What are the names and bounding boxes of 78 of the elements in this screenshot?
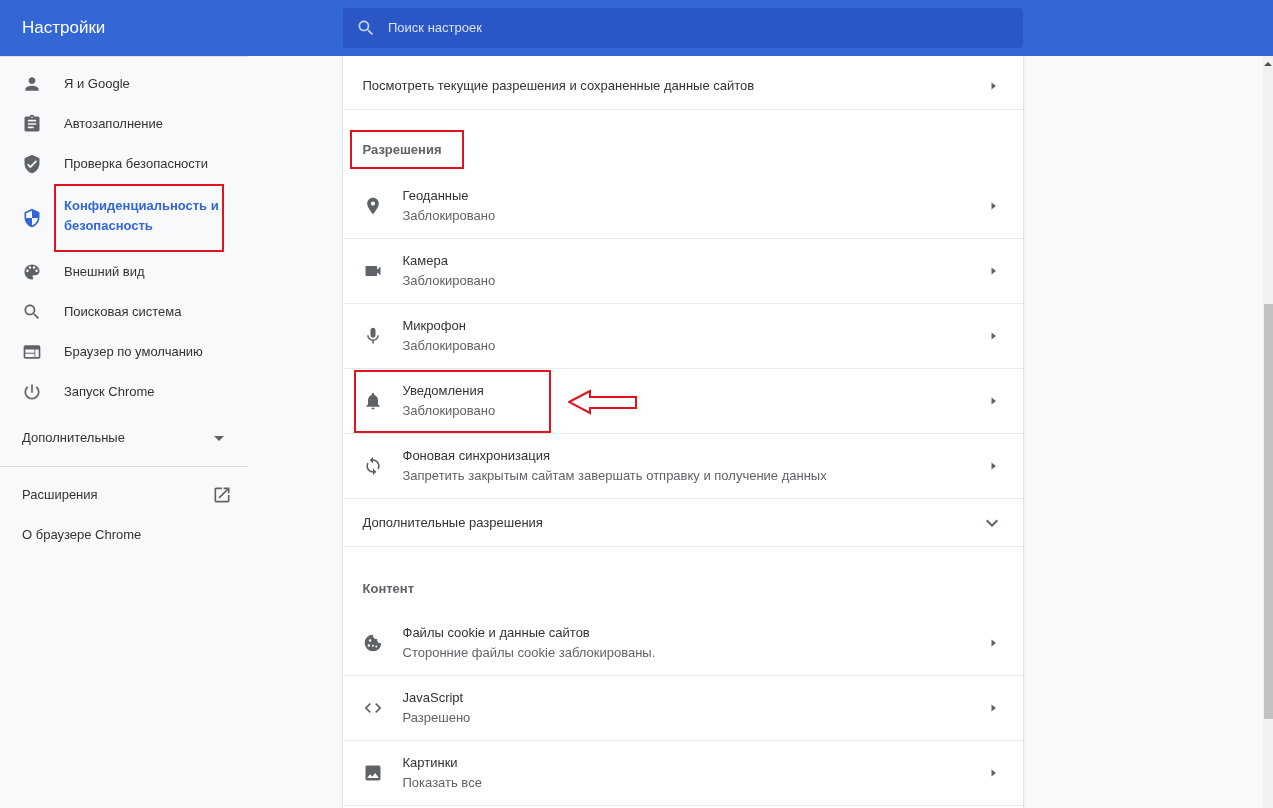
sidebar-item[interactable]: Автозаполнение (0, 104, 248, 144)
sidebar-item[interactable]: Браузер по умолчанию (0, 332, 248, 372)
dropdown-caret-icon (214, 435, 224, 441)
sidebar-link[interactable]: Расширения (0, 475, 248, 515)
scrollbar-thumb[interactable] (1264, 304, 1273, 719)
permission-status: Заблокировано (402, 272, 496, 290)
scroll-up-icon[interactable] (1263, 60, 1273, 68)
sidebar-item-label: Браузер по умолчанию (63, 343, 204, 361)
chevron-right-icon (990, 266, 997, 276)
expander-row[interactable]: Дополнительные разрешения (342, 498, 1023, 546)
expander-label: Дополнительные разрешения (362, 513, 543, 532)
sidebar-item-label: Поисковая система (63, 303, 183, 321)
search-input[interactable]: Поиск настроек (388, 18, 1023, 38)
chevron-right-icon (990, 703, 997, 713)
chevron-right-icon (990, 80, 997, 91)
sidebar-link[interactable]: О браузере Chrome (0, 515, 248, 555)
permission-row[interactable]: JavaScript Разрешено (342, 675, 1023, 740)
permission-status: Разрешено (402, 709, 471, 727)
clipboard-icon (22, 114, 42, 134)
search-icon (22, 302, 42, 322)
permission-status: Показать все (402, 774, 482, 792)
permission-title: Уведомления (402, 382, 485, 400)
sidebar-item-label: Автозаполнение (63, 115, 165, 133)
power-icon (22, 382, 42, 402)
sidebar-item[interactable]: Я и Google (0, 64, 248, 104)
sidebar-link-label: О браузере Chrome (22, 526, 142, 545)
chevron-right-icon (990, 461, 997, 471)
chevron-down-icon (985, 518, 998, 527)
settings-link[interactable]: Посмотреть текущие разрешения и сохраненные данные сайтов (342, 62, 1023, 109)
sidebar-item[interactable]: Проверка безопасности (0, 144, 248, 184)
sidebar-item-label: Внешний вид (63, 263, 146, 281)
cookie-icon (362, 632, 383, 653)
permission-status: Заблокировано (402, 337, 496, 355)
section-heading: Разрешения (349, 129, 464, 169)
permission-title: Геоданные (402, 186, 470, 205)
permission-title: Картинки (402, 754, 459, 772)
permission-title: JavaScript (402, 689, 465, 707)
chevron-right-icon (990, 396, 997, 406)
sidebar-item-label: Конфиденциальность и безопасность (54, 184, 224, 252)
sidebar-item-label: Я и Google (63, 75, 131, 93)
chevron-right-icon (990, 637, 997, 648)
permission-row[interactable]: Уведомления Заблокировано (342, 368, 1023, 433)
palette-icon (22, 262, 42, 282)
sidebar-item[interactable]: Внешний вид (0, 252, 248, 292)
search-field[interactable]: Поиск настроек (343, 8, 1023, 48)
settings-link-label: Посмотреть текущие разрешения и сохраненные данные сайтов (362, 76, 755, 95)
sidebar-item-label: Запуск Chrome (63, 383, 156, 401)
external-link-icon (212, 485, 232, 505)
permission-status: Сторонние файлы cookie заблокированы. (402, 643, 656, 662)
permission-status: Заблокировано (402, 206, 496, 225)
permission-row[interactable]: Файлы cookie и данные сайтов Сторонние файлы cookie заблокированы. (342, 610, 1023, 675)
permission-title: Микрофон (402, 317, 467, 335)
sidebar-link-label: Расширения (22, 486, 98, 505)
permission-row[interactable]: Картинки Показать все (342, 740, 1023, 805)
permission-row[interactable]: Микрофон Заблокировано (342, 303, 1023, 368)
page-title: Настройки (22, 18, 106, 38)
chevron-right-icon (990, 331, 997, 341)
permission-status: Запретить закрытым сайтам завершать отправку и получение данных (402, 467, 827, 485)
permission-row[interactable]: Фоновая синхронизация Запретить закрытым сайтам завершать отправку и получение данных (342, 433, 1023, 498)
permission-title: Файлы cookie и данные сайтов (402, 623, 591, 642)
sidebar-item[interactable]: Поисковая система (0, 292, 248, 332)
advanced-label: Дополнительные (22, 429, 125, 448)
permission-status: Заблокировано (402, 402, 496, 420)
chevron-right-icon (990, 768, 997, 778)
advanced-toggle[interactable]: Дополнительные (0, 418, 248, 458)
section-heading: Контент (362, 579, 415, 598)
shield-icon (22, 208, 42, 228)
search-icon (356, 18, 376, 38)
shield-check-icon (22, 154, 42, 174)
permission-row[interactable]: Геоданные Заблокировано (342, 173, 1023, 238)
sidebar-item[interactable]: Запуск Chrome (0, 372, 248, 412)
sidebar-item-label: Проверка безопасности (63, 155, 210, 173)
permission-title: Камера (402, 252, 449, 270)
permission-title: Фоновая синхронизация (402, 447, 551, 465)
chevron-right-icon (990, 200, 997, 211)
scrollbar[interactable] (1263, 56, 1273, 808)
browser-window-icon (22, 342, 42, 362)
permission-row[interactable]: Камера Заблокировано (342, 238, 1023, 303)
